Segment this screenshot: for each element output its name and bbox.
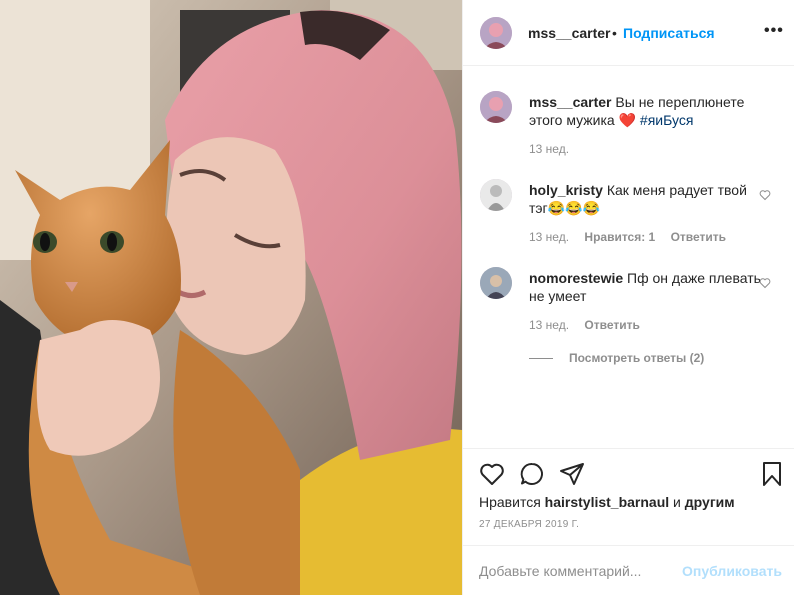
comment-likes[interactable]: Нравится: 1	[584, 230, 655, 244]
likes-others[interactable]: другим	[685, 494, 735, 510]
comment-text: holy_kristy Как меня радует твой тэг😂😂😂	[529, 181, 761, 217]
avatar[interactable]	[480, 267, 512, 299]
comment-username[interactable]: holy_kristy	[529, 182, 603, 198]
publish-button[interactable]: Опубликовать	[682, 563, 782, 579]
more-options-icon[interactable]: •••	[764, 22, 784, 40]
comment-input[interactable]	[479, 560, 679, 582]
likes-conj: и	[669, 494, 685, 510]
comments-list[interactable]: mss__carter Вы не переплюнете этого мужи…	[463, 66, 794, 448]
action-bar	[463, 448, 794, 500]
caption-meta: 13 нед.	[529, 142, 581, 156]
view-replies-label: Посмотреть ответы (2)	[569, 351, 705, 365]
comment-text: nomorestewie Пф он даже плевать не умеет	[529, 269, 761, 305]
like-comment-heart-icon[interactable]	[759, 277, 771, 289]
comment-meta: 13 нед. Нравится: 1 Ответить	[529, 230, 738, 244]
avatar[interactable]	[480, 91, 512, 123]
likes-prefix: Нравится	[479, 494, 545, 510]
replies-divider	[529, 358, 553, 360]
post-side-panel: mss__carter • Подписаться ••• mss__carte…	[462, 0, 794, 595]
comment-meta: 13 нед. Ответить	[529, 318, 652, 332]
likes-user[interactable]: hairstylist_barnaul	[545, 494, 670, 510]
follow-button[interactable]: Подписаться	[623, 25, 715, 41]
post-photo[interactable]	[0, 0, 462, 595]
post-author-username[interactable]: mss__carter	[528, 25, 611, 41]
reply-button[interactable]: Ответить	[584, 318, 639, 332]
post-date[interactable]: 27 ДЕКАБРЯ 2019 Г.	[479, 519, 579, 530]
comment-bubble-icon[interactable]	[519, 461, 545, 487]
share-send-icon[interactable]	[559, 461, 585, 487]
avatar[interactable]	[480, 17, 512, 49]
avatar[interactable]	[480, 179, 512, 211]
hashtag-link[interactable]: #яиБуся	[640, 112, 694, 128]
caption-time[interactable]: 13 нед.	[529, 142, 569, 156]
separator-dot: •	[612, 25, 617, 41]
comment-time[interactable]: 13 нед.	[529, 318, 569, 332]
comment-username[interactable]: nomorestewie	[529, 270, 623, 286]
like-heart-icon[interactable]	[479, 461, 505, 487]
reply-button[interactable]: Ответить	[671, 230, 726, 244]
comment-time[interactable]: 13 нед.	[529, 230, 569, 244]
view-replies-button[interactable]: Посмотреть ответы (2)	[529, 351, 704, 365]
like-comment-heart-icon[interactable]	[759, 189, 771, 201]
post-header: mss__carter • Подписаться •••	[463, 0, 794, 66]
likes-summary: Нравится hairstylist_barnaul и другим	[479, 494, 735, 510]
caption-text: mss__carter Вы не переплюнете этого мужи…	[529, 93, 761, 129]
caption-username[interactable]: mss__carter	[529, 94, 612, 110]
add-comment-bar: Опубликовать	[463, 545, 794, 595]
save-bookmark-icon[interactable]	[759, 461, 785, 487]
